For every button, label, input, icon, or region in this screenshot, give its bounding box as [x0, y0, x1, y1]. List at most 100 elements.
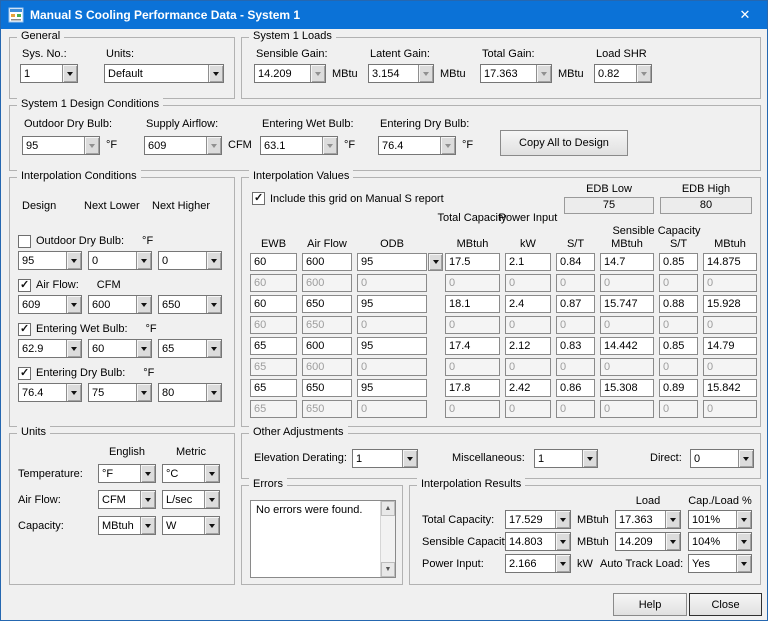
miscellaneous-combobox[interactable]: 1: [534, 449, 598, 468]
grid-cell-ewb[interactable]: 60: [250, 316, 297, 334]
grid-cell-airflow[interactable]: 650: [302, 316, 352, 334]
grid-cell-st-low[interactable]: 0: [556, 400, 595, 418]
grid-cell-sensible-low[interactable]: 0: [600, 274, 654, 292]
dropdown-arrow-button[interactable]: [310, 65, 325, 82]
dropdown-arrow-button[interactable]: [736, 511, 751, 528]
sensible-load-combobox[interactable]: 14.209: [615, 532, 681, 551]
grid-cell-odb[interactable]: 0: [357, 400, 427, 418]
entering-dry-bulb-spinner[interactable]: 76.4: [378, 136, 456, 155]
dropdown-arrow-button[interactable]: [206, 137, 221, 154]
grid-cell-sensible-high[interactable]: 0: [703, 316, 757, 334]
dropdown-arrow-button[interactable]: [555, 533, 570, 550]
grid-cell-sensible-low[interactable]: 15.308: [600, 379, 654, 397]
dropdown-arrow-button[interactable]: [136, 296, 151, 313]
grid-cell-power-input[interactable]: 2.1: [505, 253, 551, 271]
condition-next-higher-combobox[interactable]: 650: [158, 295, 222, 314]
condition-next-lower-combobox[interactable]: 0: [88, 251, 152, 270]
grid-cell-sensible-high[interactable]: 14.875: [703, 253, 757, 271]
sys-no-combobox[interactable]: 1: [20, 64, 78, 83]
grid-cell-ewb[interactable]: 60: [250, 253, 297, 271]
grid-cell-st-high[interactable]: 0.85: [659, 337, 698, 355]
condition-checkbox[interactable]: [18, 278, 31, 292]
grid-cell-st-low[interactable]: 0.83: [556, 337, 595, 355]
grid-cell-total-capacity[interactable]: 17.5: [445, 253, 500, 271]
grid-cell-airflow[interactable]: 600: [302, 253, 352, 271]
grid-cell-airflow[interactable]: 650: [302, 379, 352, 397]
grid-cell-power-input[interactable]: 2.12: [505, 337, 551, 355]
grid-cell-ewb[interactable]: 65: [250, 379, 297, 397]
grid-cell-odb[interactable]: 95: [357, 379, 427, 397]
grid-cell-sensible-low[interactable]: 0: [600, 358, 654, 376]
units-combobox[interactable]: Default: [104, 64, 224, 83]
dropdown-arrow-button[interactable]: [555, 555, 570, 572]
dropdown-arrow-button[interactable]: [636, 65, 651, 82]
total-load-combobox[interactable]: 17.363: [615, 510, 681, 529]
dropdown-arrow-button[interactable]: [206, 340, 221, 357]
elevation-derating-combobox[interactable]: 1: [352, 449, 418, 468]
grid-cell-total-capacity[interactable]: 17.8: [445, 379, 500, 397]
condition-design-combobox[interactable]: 76.4: [18, 383, 82, 402]
grid-cell-ewb[interactable]: 60: [250, 295, 297, 313]
dropdown-arrow-button[interactable]: [665, 511, 680, 528]
dropdown-arrow-button[interactable]: [140, 517, 155, 534]
include-grid-checkbox[interactable]: [252, 191, 265, 205]
grid-cell-airflow[interactable]: 600: [302, 274, 352, 292]
grid-cell-odb[interactable]: 95: [357, 337, 427, 355]
grid-cell-sensible-low[interactable]: 14.442: [600, 337, 654, 355]
condition-design-combobox[interactable]: 95: [18, 251, 82, 270]
condition-next-higher-combobox[interactable]: 80: [158, 383, 222, 402]
grid-cell-ewb[interactable]: 65: [250, 358, 297, 376]
dropdown-arrow-button[interactable]: [555, 511, 570, 528]
grid-cell-st-low[interactable]: 0.84: [556, 253, 595, 271]
odb-dropdown-button[interactable]: [428, 253, 443, 271]
grid-cell-odb[interactable]: 95: [357, 295, 427, 313]
dropdown-arrow-button[interactable]: [665, 533, 680, 550]
power-input-result-combobox[interactable]: 2.166: [505, 554, 571, 573]
grid-cell-st-low[interactable]: 0.86: [556, 379, 595, 397]
grid-cell-st-low[interactable]: 0: [556, 274, 595, 292]
dropdown-arrow-button[interactable]: [736, 533, 751, 550]
grid-cell-total-capacity[interactable]: 0: [445, 358, 500, 376]
dropdown-arrow-button[interactable]: [204, 465, 219, 482]
titlebar-close-button[interactable]: ✕: [723, 1, 767, 29]
condition-design-combobox[interactable]: 609: [18, 295, 82, 314]
condition-next-higher-combobox[interactable]: 0: [158, 251, 222, 270]
errors-textbox[interactable]: No errors were found. ▲ ▼: [250, 500, 396, 578]
dropdown-arrow-button[interactable]: [136, 252, 151, 269]
grid-cell-power-input[interactable]: 0: [505, 400, 551, 418]
dropdown-arrow-button[interactable]: [206, 252, 221, 269]
sensible-capacity-result-combobox[interactable]: 14.803: [505, 532, 571, 551]
dropdown-arrow-button[interactable]: [140, 491, 155, 508]
dropdown-arrow-button[interactable]: [582, 450, 597, 467]
dropdown-arrow-button[interactable]: [440, 137, 455, 154]
grid-cell-ewb[interactable]: 65: [250, 400, 297, 418]
units-english-combobox[interactable]: CFM: [98, 490, 156, 509]
dropdown-arrow-button[interactable]: [418, 65, 433, 82]
grid-cell-st-high[interactable]: 0: [659, 274, 698, 292]
grid-cell-ewb[interactable]: 65: [250, 337, 297, 355]
grid-cell-sensible-high[interactable]: 15.928: [703, 295, 757, 313]
grid-cell-airflow[interactable]: 650: [302, 400, 352, 418]
outdoor-dry-bulb-spinner[interactable]: 95: [22, 136, 100, 155]
total-gain-spinner[interactable]: 17.363: [480, 64, 552, 83]
dropdown-arrow-button[interactable]: [738, 450, 753, 467]
grid-cell-st-low[interactable]: 0: [556, 358, 595, 376]
grid-cell-total-capacity[interactable]: 0: [445, 400, 500, 418]
units-english-combobox[interactable]: MBtuh: [98, 516, 156, 535]
units-english-combobox[interactable]: °F: [98, 464, 156, 483]
dropdown-arrow-button[interactable]: [66, 252, 81, 269]
condition-checkbox[interactable]: [18, 366, 31, 380]
grid-cell-st-high[interactable]: 0.89: [659, 379, 698, 397]
units-metric-combobox[interactable]: L/sec: [162, 490, 220, 509]
grid-cell-st-high[interactable]: 0: [659, 316, 698, 334]
dropdown-arrow-button[interactable]: [136, 340, 151, 357]
errors-scrollbar[interactable]: ▲ ▼: [380, 501, 395, 577]
grid-cell-total-capacity[interactable]: 0: [445, 274, 500, 292]
copy-all-to-design-button[interactable]: Copy All to Design: [500, 130, 628, 156]
grid-cell-power-input[interactable]: 0: [505, 358, 551, 376]
dropdown-arrow-button[interactable]: [136, 384, 151, 401]
grid-cell-st-low[interactable]: 0: [556, 316, 595, 334]
grid-cell-power-input[interactable]: 2.4: [505, 295, 551, 313]
sensible-gain-spinner[interactable]: 14.209: [254, 64, 326, 83]
dropdown-arrow-button[interactable]: [206, 384, 221, 401]
